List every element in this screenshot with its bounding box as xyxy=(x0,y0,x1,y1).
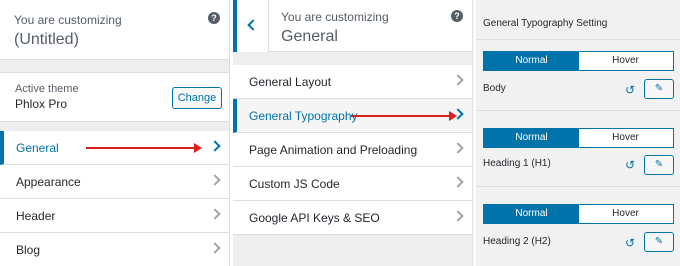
tab-hover[interactable]: Hover xyxy=(578,205,673,223)
tab-normal[interactable]: Normal xyxy=(484,205,579,223)
change-theme-button[interactable]: Change xyxy=(172,87,222,109)
chevron-right-icon xyxy=(452,74,464,86)
divider xyxy=(476,39,680,40)
undo-icon[interactable]: ↺ xyxy=(625,237,635,249)
section-label: General Layout xyxy=(249,75,332,89)
pencil-icon[interactable]: ✎ xyxy=(644,79,674,99)
section-label: Appearance xyxy=(16,175,81,189)
customizing-title: (Untitled) xyxy=(14,31,79,48)
chevron-right-icon xyxy=(209,242,221,254)
section-blog[interactable]: Blog xyxy=(0,233,229,266)
state-tabs: Normal Hover xyxy=(483,51,674,71)
section-label: Page Animation and Preloading xyxy=(249,143,418,157)
chevron-right-icon xyxy=(209,140,221,152)
customizing-label: You are customizing xyxy=(281,10,389,24)
question-circle-icon[interactable]: ? xyxy=(451,10,463,22)
section-label: General xyxy=(16,141,59,155)
state-tabs: Normal Hover xyxy=(483,128,674,148)
active-theme-label: Active theme xyxy=(15,83,79,95)
pencil-icon[interactable]: ✎ xyxy=(644,232,674,252)
chevron-left-icon xyxy=(247,19,259,31)
section-header[interactable]: Header xyxy=(0,199,229,233)
section-page-animation[interactable]: Page Animation and Preloading xyxy=(233,133,472,167)
chevron-right-icon xyxy=(209,208,221,220)
customizing-label: You are customizing xyxy=(14,13,122,27)
divider xyxy=(476,186,680,187)
active-theme-box: Active theme Phlox Pro Change xyxy=(0,72,229,122)
back-button[interactable] xyxy=(233,0,269,52)
annotation-arrow xyxy=(351,111,457,121)
customizer-header: You are customizing General ? xyxy=(233,0,472,52)
customizer-panel-root: You are customizing (Untitled) ? Active … xyxy=(0,0,230,266)
tab-normal[interactable]: Normal xyxy=(484,129,579,147)
chevron-right-icon xyxy=(209,174,221,186)
customizer-header: You are customizing (Untitled) ? xyxy=(0,0,229,60)
active-theme-name: Phlox Pro xyxy=(15,97,68,111)
question-circle-icon[interactable]: ? xyxy=(208,12,220,24)
undo-icon[interactable]: ↺ xyxy=(625,84,635,96)
setting-label-body: Body xyxy=(483,83,506,94)
chevron-right-icon xyxy=(452,176,464,188)
tab-hover[interactable]: Hover xyxy=(578,129,673,147)
divider xyxy=(476,110,680,111)
section-label: Custom JS Code xyxy=(249,177,340,191)
section-label: Google API Keys & SEO xyxy=(249,211,380,225)
setting-label-h1: Heading 1 (H1) xyxy=(483,158,551,169)
section-general-layout[interactable]: General Layout xyxy=(233,65,472,99)
chevron-right-icon xyxy=(452,142,464,154)
annotation-arrow xyxy=(86,143,202,153)
setting-label-h2: Heading 2 (H2) xyxy=(483,236,551,247)
chevron-right-icon xyxy=(452,210,464,222)
section-google-api-seo[interactable]: Google API Keys & SEO xyxy=(233,201,472,235)
tab-normal[interactable]: Normal xyxy=(484,52,579,70)
pencil-icon[interactable]: ✎ xyxy=(644,155,674,175)
state-tabs: Normal Hover xyxy=(483,204,674,224)
section-title: General xyxy=(281,28,338,45)
typography-settings-panel: General Typography Setting Normal Hover … xyxy=(476,0,680,266)
section-label: Header xyxy=(16,209,56,223)
tab-hover[interactable]: Hover xyxy=(578,52,673,70)
panel-title: General Typography Setting xyxy=(483,18,608,29)
undo-icon[interactable]: ↺ xyxy=(625,159,635,171)
section-label: Blog xyxy=(16,243,41,257)
customizer-panel-general: You are customizing General ? General La… xyxy=(233,0,473,266)
section-appearance[interactable]: Appearance xyxy=(0,165,229,199)
section-custom-js[interactable]: Custom JS Code xyxy=(233,167,472,201)
section-label: General Typography xyxy=(249,109,358,123)
